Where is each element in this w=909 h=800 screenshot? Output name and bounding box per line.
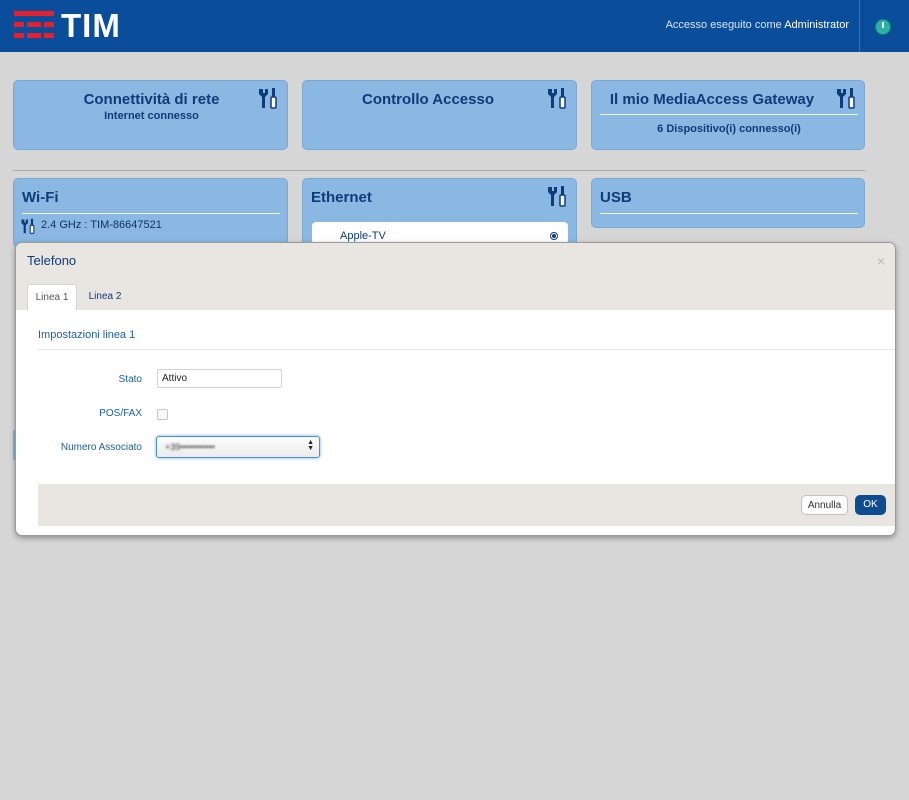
numero-label: Numero Associato <box>60 442 142 453</box>
numero-select[interactable]: +39••••••••••• ▲ ▼ <box>156 436 320 458</box>
login-prefix: Accesso eseguito come <box>665 19 782 31</box>
card-subtitle: Internet connesso <box>104 110 199 122</box>
card-separator <box>600 213 858 214</box>
numero-value: +39••••••••••• <box>165 442 215 452</box>
tab-linea-1[interactable]: Linea 1 <box>27 284 77 310</box>
modal-footer: Annulla OK <box>38 484 895 526</box>
card-title: Connettività di rete <box>83 91 220 108</box>
login-info: Accesso eseguito come Administrator <box>666 19 849 31</box>
tools-icon[interactable] <box>546 185 568 207</box>
card-title: Controllo Accesso <box>362 91 494 108</box>
login-user: Administrator <box>784 19 849 31</box>
ethernet-device-item[interactable]: Apple-TV <box>312 222 568 244</box>
card-gateway[interactable]: Il mio MediaAccess Gateway 6 Dispositivo… <box>591 80 865 150</box>
modal-header: Telefono × Linea 1 Linea 2 <box>16 243 895 310</box>
tools-icon[interactable] <box>257 87 279 109</box>
card-usb[interactable]: USB <box>591 178 865 228</box>
card-separator <box>22 213 280 214</box>
section-divider <box>13 170 865 171</box>
top-bar: TIM Accesso eseguito come Administrator <box>0 0 909 52</box>
wifi-network-label: 2.4 GHz : TIM-86647521 <box>41 219 162 231</box>
wifi-settings-icon[interactable] <box>20 218 36 234</box>
card-title: USB <box>600 189 632 206</box>
tab-linea-2[interactable]: Linea 2 <box>81 284 129 310</box>
card-connectivity[interactable]: Connettività di rete Internet connesso <box>13 80 288 150</box>
card-separator <box>600 114 858 115</box>
select-arrows-icon: ▲ ▼ <box>307 439 314 452</box>
tools-icon[interactable] <box>546 87 568 109</box>
card-access-control[interactable]: Controllo Accesso <box>302 80 577 150</box>
header-divider <box>859 0 860 52</box>
posfax-label: POS/FAX <box>99 408 142 419</box>
close-icon[interactable]: × <box>877 253 885 269</box>
card-subtitle: 6 Dispositivo(i) connesso(i) <box>657 123 801 135</box>
section-divider <box>38 349 895 350</box>
modal-title: Telefono <box>27 253 77 268</box>
stato-label: Stato <box>118 374 142 385</box>
logout-power-icon[interactable] <box>875 19 891 35</box>
card-wifi[interactable]: Wi-Fi <box>13 178 288 248</box>
phone-modal: Telefono × Linea 1 Linea 2 Impostazioni … <box>15 242 896 536</box>
posfax-checkbox[interactable] <box>157 409 168 420</box>
connected-status-icon <box>550 232 558 240</box>
tools-icon[interactable] <box>835 87 857 109</box>
section-title: Impostazioni linea 1 <box>38 329 136 341</box>
card-title: Wi-Fi <box>22 189 59 206</box>
logo-text: TIM <box>61 7 121 44</box>
ok-button[interactable]: OK <box>855 495 886 515</box>
card-title: Ethernet <box>311 189 372 206</box>
stato-field[interactable]: Attivo <box>157 369 282 388</box>
cancel-button[interactable]: Annulla <box>801 495 848 515</box>
card-title: Il mio MediaAccess Gateway <box>609 91 815 108</box>
device-name: Apple-TV <box>340 230 386 242</box>
tim-logo-icon <box>14 11 54 38</box>
